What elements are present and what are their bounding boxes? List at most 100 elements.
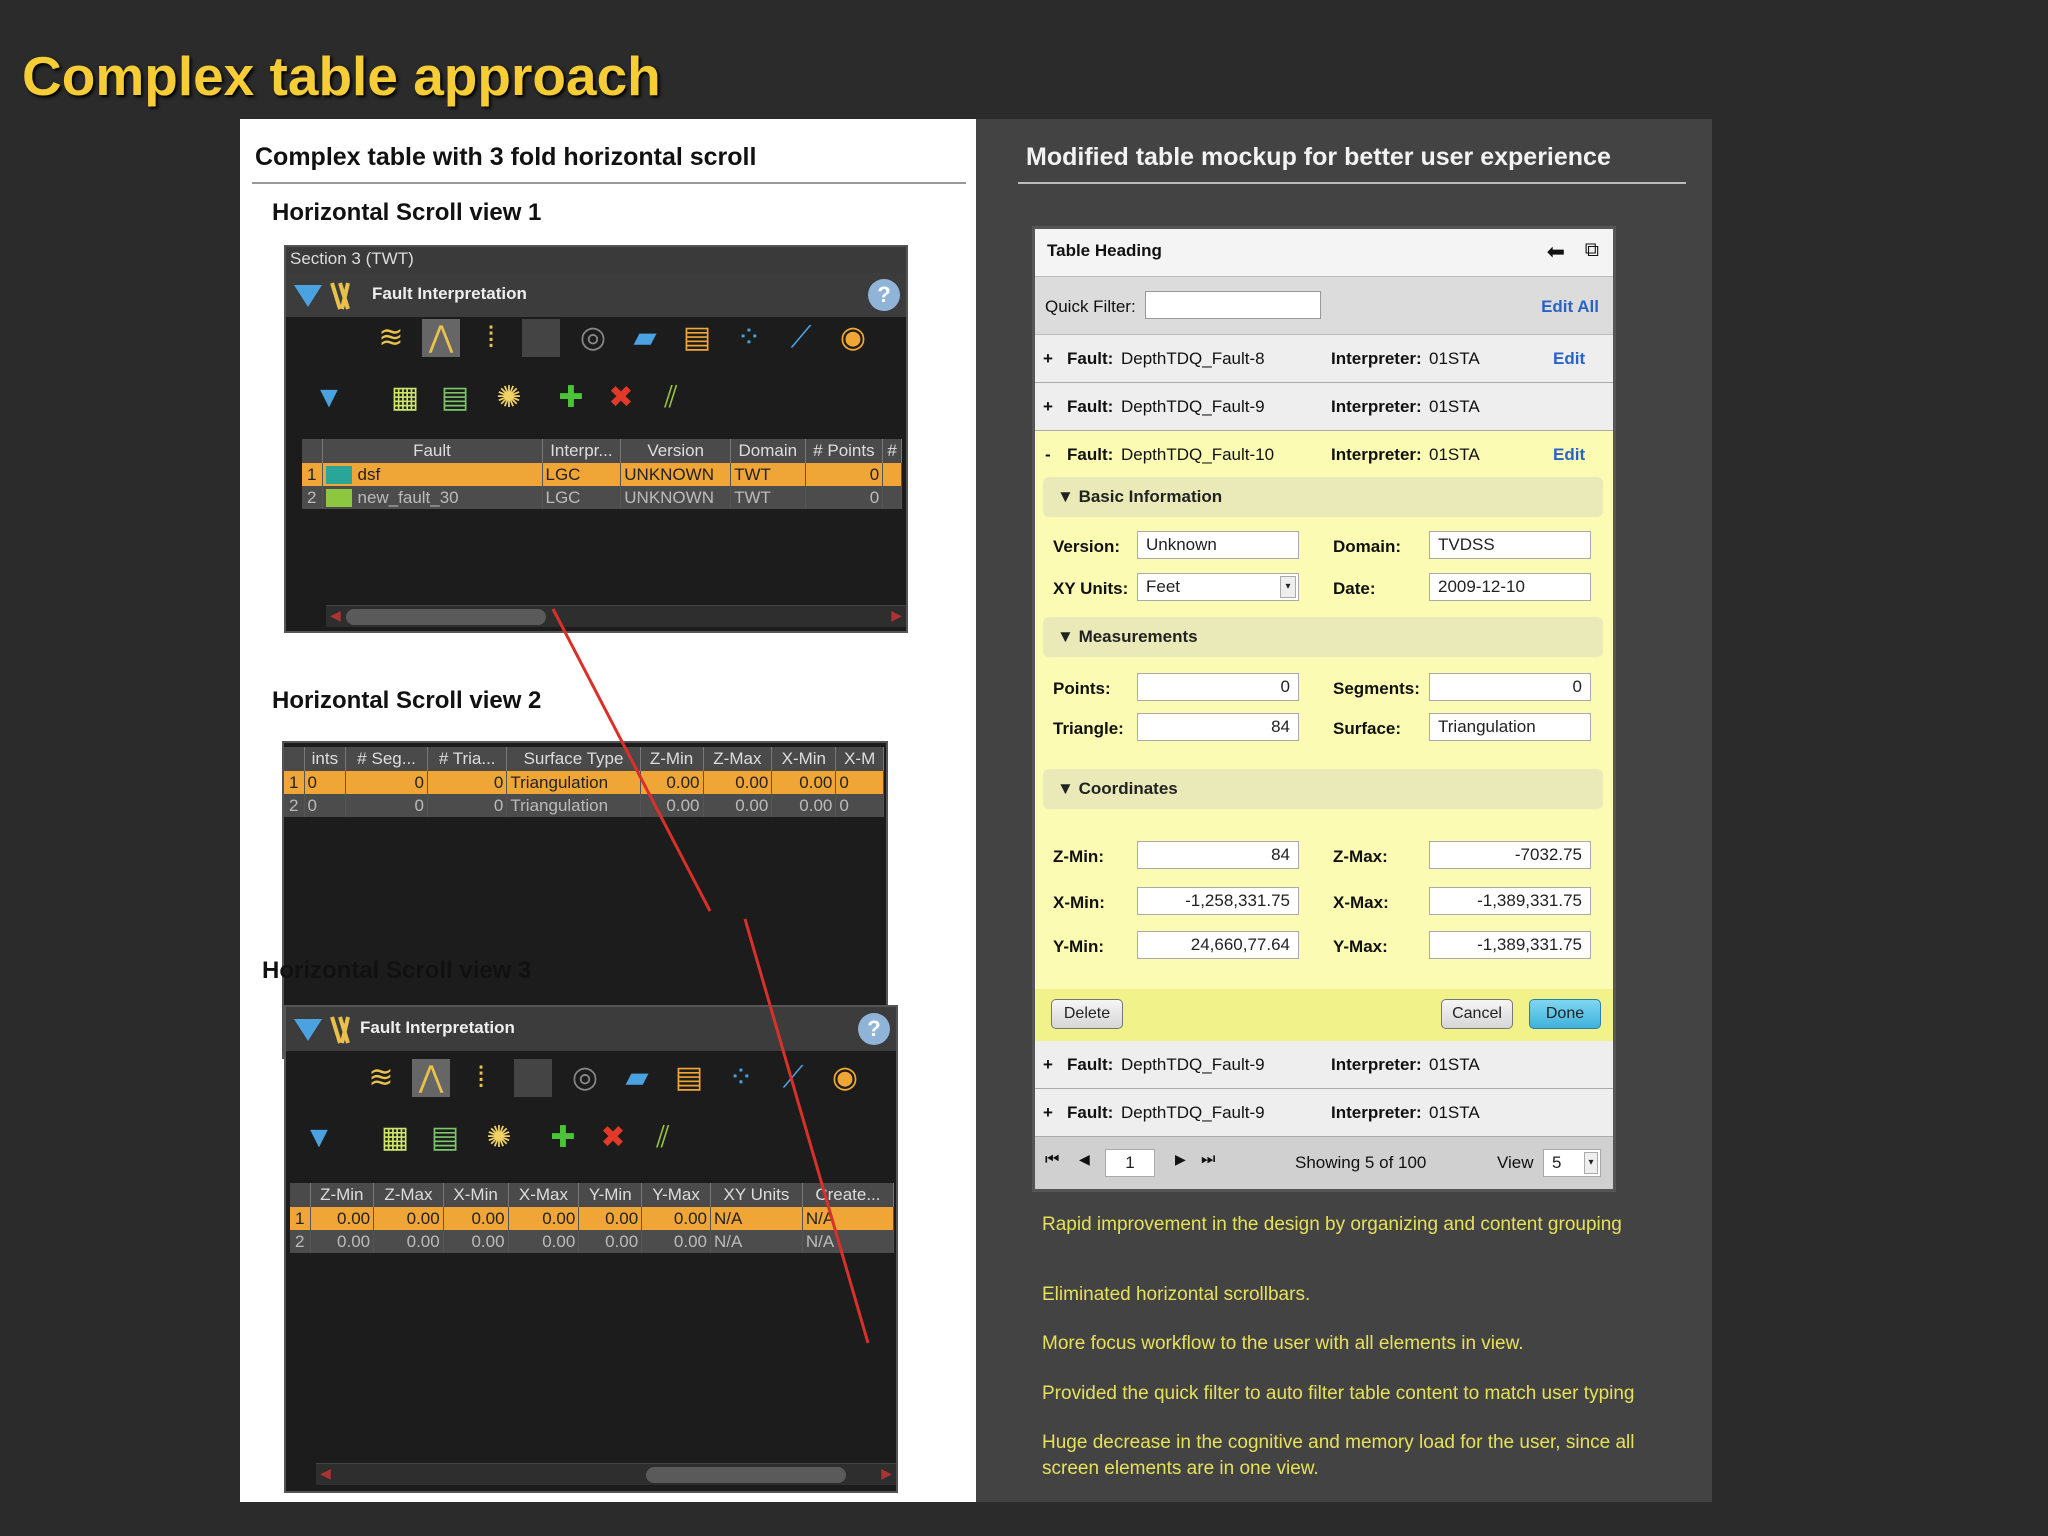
interpreter-label: Interpreter: xyxy=(1331,397,1422,416)
right-heading: Modified table mockup for better user ex… xyxy=(1026,143,1611,171)
fault-label: Fault: xyxy=(1067,1103,1114,1122)
pager: ⏮ ◀ 1 ▶ ⏭ Showing 5 of 100 View 5 ▾ xyxy=(1035,1137,1613,1189)
triangle-field[interactable]: 84 xyxy=(1137,713,1299,741)
fault-label: Fault: xyxy=(1067,1055,1114,1074)
expand-toggle[interactable]: + xyxy=(1043,1055,1053,1075)
edit-all-link[interactable]: Edit All xyxy=(1541,297,1599,317)
next-page-icon[interactable]: ▶ xyxy=(1175,1151,1186,1168)
surface-field[interactable]: Triangulation xyxy=(1429,713,1591,741)
segments-label: Segments: xyxy=(1333,679,1420,698)
triangle-down-icon: ▼ xyxy=(1057,779,1079,798)
quick-filter-bar: Quick Filter: Edit All xyxy=(1035,277,1613,335)
domain-label: Domain: xyxy=(1333,537,1401,556)
quick-filter-input[interactable] xyxy=(1145,291,1321,319)
interpreter-value: 01STA xyxy=(1429,1055,1480,1074)
ymax-field[interactable]: -1,389,331.75 xyxy=(1429,931,1591,959)
expanded-fault-panel: - Fault: DepthTDQ_Fault-10 Interpreter: … xyxy=(1035,431,1613,1041)
ymin-label: Y-Min: xyxy=(1053,937,1104,956)
interpreter-label: Interpreter: xyxy=(1331,349,1422,368)
right-panel: Modified table mockup for better user ex… xyxy=(976,119,1712,1502)
table-heading: Table Heading xyxy=(1047,241,1162,260)
fault-row[interactable]: + Fault: DepthTDQ_Fault-9 Interpreter: 0… xyxy=(1035,383,1613,431)
fault-row[interactable]: + Fault: DepthTDQ_Fault-9 Interpreter: 0… xyxy=(1035,1089,1613,1137)
right-divider xyxy=(1018,182,1686,184)
interpreter-label: Interpreter: xyxy=(1331,1055,1422,1074)
interpreter-label: Interpreter: xyxy=(1331,445,1422,464)
date-field[interactable]: 2009-12-10 xyxy=(1429,573,1591,601)
showing-count: Showing 5 of 100 xyxy=(1295,1153,1427,1172)
xmin-field[interactable]: -1,258,331.75 xyxy=(1137,887,1299,915)
fault-value: DepthTDQ_Fault-9 xyxy=(1121,1103,1265,1122)
back-arrow-icon[interactable]: ⬅ xyxy=(1547,239,1565,265)
ymax-label: Y-Max: xyxy=(1333,937,1388,956)
basic-info-section[interactable]: ▼ Basic Information xyxy=(1043,477,1603,517)
xmin-label: X-Min: xyxy=(1053,893,1105,912)
view-select[interactable]: 5 ▾ xyxy=(1543,1149,1601,1177)
section-title: Measurements xyxy=(1078,627,1198,646)
xmax-label: X-Max: xyxy=(1333,893,1389,912)
zmin-field[interactable]: 84 xyxy=(1137,841,1299,869)
surface-label: Surface: xyxy=(1333,719,1402,738)
points-field[interactable]: 0 xyxy=(1137,673,1299,701)
zmax-field[interactable]: -7032.75 xyxy=(1429,841,1591,869)
slide-title: Complex table approach xyxy=(22,45,661,107)
triangle-down-icon: ▼ xyxy=(1057,627,1079,646)
popout-icon[interactable]: ⧉ xyxy=(1585,239,1599,262)
fault-value: DepthTDQ_Fault-9 xyxy=(1121,1055,1265,1074)
chevron-down-icon[interactable]: ▾ xyxy=(1280,576,1296,598)
measurements-section[interactable]: ▼ Measurements xyxy=(1043,617,1603,657)
note: Huge decrease in the cognitive and memor… xyxy=(1042,1432,1635,1479)
zmax-label: Z-Max: xyxy=(1333,847,1388,866)
coordinates-section[interactable]: ▼ Coordinates xyxy=(1043,769,1603,809)
xyunits-label: XY Units: xyxy=(1053,579,1129,598)
interpreter-value: 01STA xyxy=(1429,445,1480,464)
segments-field[interactable]: 0 xyxy=(1429,673,1591,701)
date-label: Date: xyxy=(1333,579,1376,598)
fault-label: Fault: xyxy=(1067,349,1114,368)
chevron-down-icon[interactable]: ▾ xyxy=(1584,1152,1598,1174)
prev-page-icon[interactable]: ◀ xyxy=(1079,1151,1090,1168)
section-title: Basic Information xyxy=(1078,487,1223,506)
expand-toggle[interactable]: + xyxy=(1043,1103,1053,1123)
section-title: Coordinates xyxy=(1078,779,1178,798)
mockup-heading-bar: Table Heading ⬅ ⧉ xyxy=(1035,229,1613,277)
xyunits-value: Feet xyxy=(1146,577,1181,596)
note: More focus workflow to the user with all… xyxy=(1042,1333,1524,1354)
fault-row[interactable]: + Fault: DepthTDQ_Fault-8 Interpreter: 0… xyxy=(1035,335,1613,383)
fault-value: DepthTDQ_Fault-8 xyxy=(1121,349,1265,368)
triangle-label: Triangle: xyxy=(1053,719,1124,738)
last-page-icon[interactable]: ⏭ xyxy=(1201,1151,1215,1169)
zmin-label: Z-Min: xyxy=(1053,847,1104,866)
note: Eliminated horizontal scrollbars. xyxy=(1042,1284,1311,1305)
left-panel: Complex table with 3 fold horizontal scr… xyxy=(240,119,976,1502)
points-label: Points: xyxy=(1053,679,1111,698)
fault-row[interactable]: + Fault: DepthTDQ_Fault-9 Interpreter: 0… xyxy=(1035,1041,1613,1089)
xyunits-select[interactable]: Feet ▾ xyxy=(1137,573,1299,601)
collapse-toggle[interactable]: - xyxy=(1045,445,1051,465)
cancel-button[interactable]: Cancel xyxy=(1441,999,1513,1029)
interpreter-value: 01STA xyxy=(1429,349,1480,368)
done-button[interactable]: Done xyxy=(1529,999,1601,1029)
domain-field[interactable]: TVDSS xyxy=(1429,531,1591,559)
edit-link[interactable]: Edit xyxy=(1553,445,1585,465)
page-input[interactable]: 1 xyxy=(1105,1149,1155,1177)
interpreter-value: 01STA xyxy=(1429,1103,1480,1122)
fault-label: Fault: xyxy=(1067,397,1114,416)
connector-line xyxy=(743,918,870,1344)
fault-label: Fault: xyxy=(1067,445,1114,464)
quick-filter-label: Quick Filter: xyxy=(1045,297,1136,316)
scroll-connector-lines xyxy=(551,608,870,1344)
interpreter-value: 01STA xyxy=(1429,397,1480,416)
first-page-icon[interactable]: ⏮ xyxy=(1045,1151,1059,1169)
interpreter-label: Interpreter: xyxy=(1331,1103,1422,1122)
xmax-field[interactable]: -1,389,331.75 xyxy=(1429,887,1591,915)
view-label: View xyxy=(1497,1153,1534,1172)
note: Rapid improvement in the design by organ… xyxy=(1042,1214,1622,1235)
delete-button[interactable]: Delete xyxy=(1051,999,1123,1029)
expand-toggle[interactable]: + xyxy=(1043,397,1053,417)
version-field[interactable]: Unknown xyxy=(1137,531,1299,559)
ymin-field[interactable]: 24,660,77.64 xyxy=(1137,931,1299,959)
expand-toggle[interactable]: + xyxy=(1043,349,1053,369)
fault-value: DepthTDQ_Fault-10 xyxy=(1121,445,1275,464)
edit-link[interactable]: Edit xyxy=(1553,349,1585,369)
